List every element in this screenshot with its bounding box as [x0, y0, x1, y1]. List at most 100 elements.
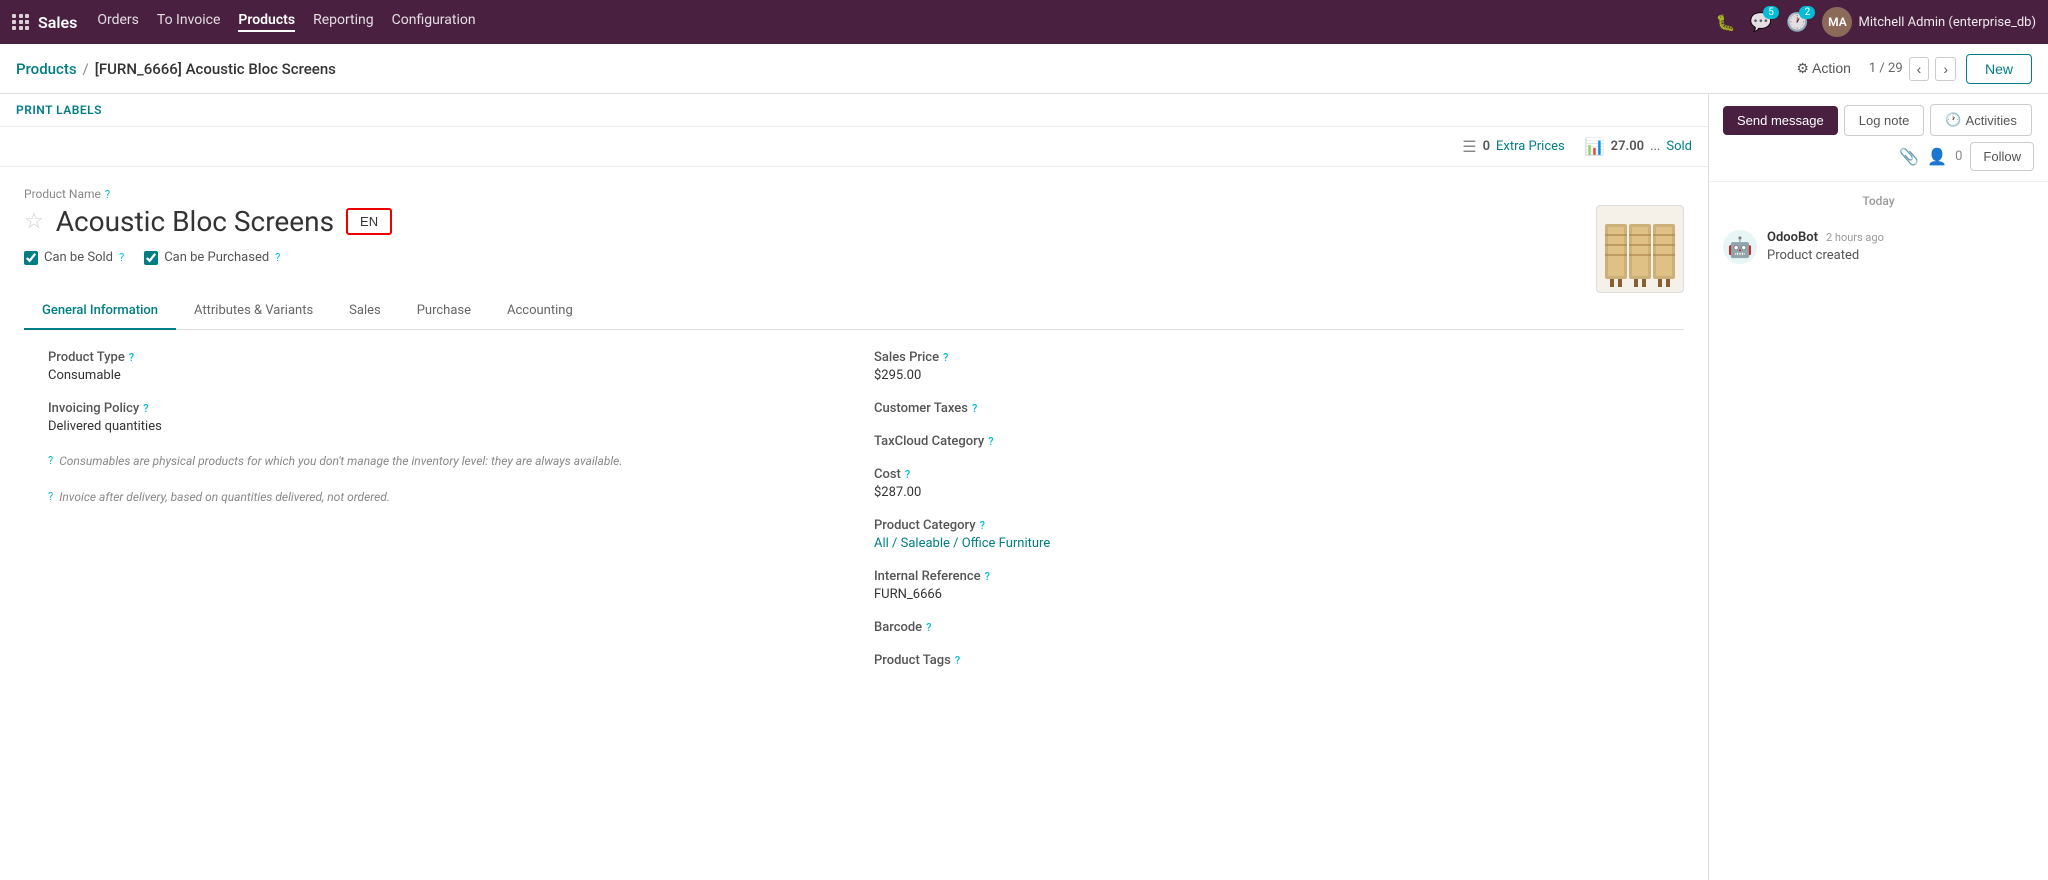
- nav-configuration[interactable]: Configuration: [392, 12, 476, 32]
- taxcloud-help[interactable]: ?: [988, 435, 993, 448]
- nav-orders[interactable]: Orders: [97, 12, 139, 32]
- nav-reporting[interactable]: Reporting: [313, 12, 374, 32]
- can-be-purchased-label: Can be Purchased: [164, 250, 269, 265]
- can-be-purchased-input[interactable]: [144, 251, 158, 265]
- action-button[interactable]: ⚙ Action: [1788, 56, 1859, 81]
- product-type-help[interactable]: ?: [129, 351, 134, 364]
- prev-record-button[interactable]: ‹: [1909, 57, 1930, 81]
- log-note-button[interactable]: Log note: [1844, 105, 1925, 136]
- note2-help[interactable]: ?: [48, 490, 53, 503]
- sales-price-help[interactable]: ?: [943, 351, 948, 364]
- tab-content-general: Product Type ? Consumable Invoicing Poli…: [24, 330, 1684, 706]
- product-name-left: ☆ Acoustic Bloc Screens EN Can be Sold ?…: [24, 205, 1580, 281]
- note1-help[interactable]: ?: [48, 454, 53, 467]
- extra-prices-label: Extra Prices: [1496, 139, 1565, 154]
- breadcrumb-bar: Products / [FURN_6666] Acoustic Bloc Scr…: [0, 44, 2048, 94]
- topbar-icons: 🐛 💬 5 🕐 2 MA Mitchell Admin (enterprise_…: [1716, 7, 2036, 37]
- sold-help[interactable]: ?: [119, 251, 124, 264]
- product-form: Product Name ? ☆ Acoustic Bloc Screens E…: [0, 167, 1708, 726]
- note2-field: ? Invoice after delivery, based on quant…: [48, 488, 834, 506]
- follower-count: 0: [1955, 149, 1962, 164]
- sold-label: Sold: [1666, 139, 1692, 154]
- print-labels-link[interactable]: PRINT LABELS: [16, 103, 102, 117]
- stats-bar: ☰ 0 Extra Prices 📊 27.00 ... Sold: [0, 127, 1708, 167]
- language-button[interactable]: EN: [346, 208, 392, 235]
- chatter-message: 🤖 OdooBot 2 hours ago Product created: [1709, 220, 2048, 274]
- product-tags-field: Product Tags ?: [874, 653, 1660, 668]
- activities-button[interactable]: 🕐 Activities: [1930, 104, 2031, 136]
- internal-ref-help[interactable]: ?: [985, 570, 990, 583]
- product-category-value[interactable]: All / Saleable / Office Furniture: [874, 536, 1660, 551]
- clock-activities-icon: 🕐: [1945, 112, 1961, 128]
- product-type-value[interactable]: Consumable: [48, 368, 834, 383]
- left-column: Product Type ? Consumable Invoicing Poli…: [48, 350, 834, 686]
- can-be-purchased-checkbox[interactable]: Can be Purchased ?: [144, 250, 280, 265]
- tab-accounting[interactable]: Accounting: [489, 293, 591, 330]
- invoicing-policy-value[interactable]: Delivered quantities: [48, 419, 834, 434]
- user-menu[interactable]: MA Mitchell Admin (enterprise_db): [1822, 7, 2036, 37]
- tab-sales[interactable]: Sales: [331, 293, 399, 330]
- follow-button[interactable]: Follow: [1970, 142, 2034, 171]
- barcode-help[interactable]: ?: [926, 621, 931, 634]
- clock-badge: 2: [1799, 6, 1815, 19]
- cost-value[interactable]: $287.00: [874, 485, 1660, 500]
- can-be-sold-input[interactable]: [24, 251, 38, 265]
- new-button[interactable]: New: [1966, 54, 2032, 84]
- product-category-help[interactable]: ?: [980, 519, 985, 532]
- internal-ref-value[interactable]: FURN_6666: [874, 587, 1660, 602]
- invoicing-policy-label: Invoicing Policy ?: [48, 401, 834, 416]
- sold-stat[interactable]: 📊 27.00 ... Sold: [1585, 137, 1692, 156]
- main-nav: Orders To Invoice Products Reporting Con…: [97, 12, 475, 32]
- product-image[interactable]: [1596, 205, 1684, 293]
- sales-price-value[interactable]: $295.00: [874, 368, 1660, 383]
- breadcrumb-parent[interactable]: Products: [16, 60, 77, 78]
- next-record-button[interactable]: ›: [1935, 57, 1956, 81]
- tab-general-information[interactable]: General Information: [24, 293, 176, 330]
- chat-icon[interactable]: 💬 5: [1750, 12, 1772, 33]
- dots: ...: [1650, 139, 1660, 154]
- product-name-row: ☆ Acoustic Bloc Screens EN: [24, 205, 1580, 238]
- favorite-star[interactable]: ☆: [24, 209, 44, 234]
- chat-badge: 5: [1763, 6, 1779, 19]
- chatter-header: Send message Log note 🕐 Activities 📎 👤 0…: [1709, 94, 2048, 182]
- message-time: 2 hours ago: [1826, 231, 1884, 244]
- extra-prices-count: 0: [1483, 139, 1490, 154]
- product-tags-help[interactable]: ?: [955, 654, 960, 667]
- tab-purchase[interactable]: Purchase: [399, 293, 489, 330]
- note1-field: ? Consumables are physical products for …: [48, 452, 834, 470]
- can-be-sold-checkbox[interactable]: Can be Sold ?: [24, 250, 124, 265]
- paperclip-icon[interactable]: 📎: [1899, 147, 1919, 166]
- product-category-field: Product Category ? All / Saleable / Offi…: [874, 518, 1660, 551]
- chatter-icons: 📎 👤 0 Follow: [1899, 142, 2034, 171]
- cost-help[interactable]: ?: [905, 468, 910, 481]
- app-grid-icon[interactable]: Sales: [12, 13, 77, 32]
- extra-prices-stat[interactable]: ☰ 0 Extra Prices: [1462, 137, 1565, 156]
- sales-price-field: Sales Price ? $295.00: [874, 350, 1660, 383]
- user-display: Mitchell Admin (enterprise_db): [1858, 15, 2036, 30]
- person-icon[interactable]: 👤: [1927, 147, 1947, 166]
- print-labels-bar: PRINT LABELS: [0, 94, 1708, 127]
- nav-to-invoice[interactable]: To Invoice: [157, 12, 221, 32]
- counter-text: 1 / 29: [1869, 61, 1903, 76]
- product-category-label: Product Category ?: [874, 518, 1660, 533]
- breadcrumb: Products / [FURN_6666] Acoustic Bloc Scr…: [16, 60, 336, 78]
- bug-icon[interactable]: 🐛: [1716, 13, 1736, 32]
- message-author: OdooBot: [1767, 230, 1818, 245]
- tabs-row: General Information Attributes & Variant…: [24, 293, 1684, 330]
- app-name: Sales: [38, 13, 77, 32]
- purchased-help[interactable]: ?: [275, 251, 280, 264]
- avatar: MA: [1822, 7, 1852, 37]
- nav-products[interactable]: Products: [238, 12, 295, 32]
- tab-attributes-variants[interactable]: Attributes & Variants: [176, 293, 331, 330]
- taxcloud-label: TaxCloud Category ?: [874, 434, 1660, 449]
- invoicing-policy-help[interactable]: ?: [143, 402, 148, 415]
- can-be-sold-label: Can be Sold: [44, 250, 113, 265]
- customer-taxes-help[interactable]: ?: [972, 402, 977, 415]
- product-name-area: ☆ Acoustic Bloc Screens EN Can be Sold ?…: [24, 205, 1684, 293]
- bar-chart-icon: 📊: [1585, 137, 1605, 156]
- note1-text: Consumables are physical products for wh…: [59, 452, 622, 470]
- send-message-button[interactable]: Send message: [1723, 106, 1838, 135]
- clock-icon[interactable]: 🕐 2: [1786, 12, 1808, 33]
- internal-ref-label: Internal Reference ?: [874, 569, 1660, 584]
- product-name-help[interactable]: ?: [105, 188, 110, 201]
